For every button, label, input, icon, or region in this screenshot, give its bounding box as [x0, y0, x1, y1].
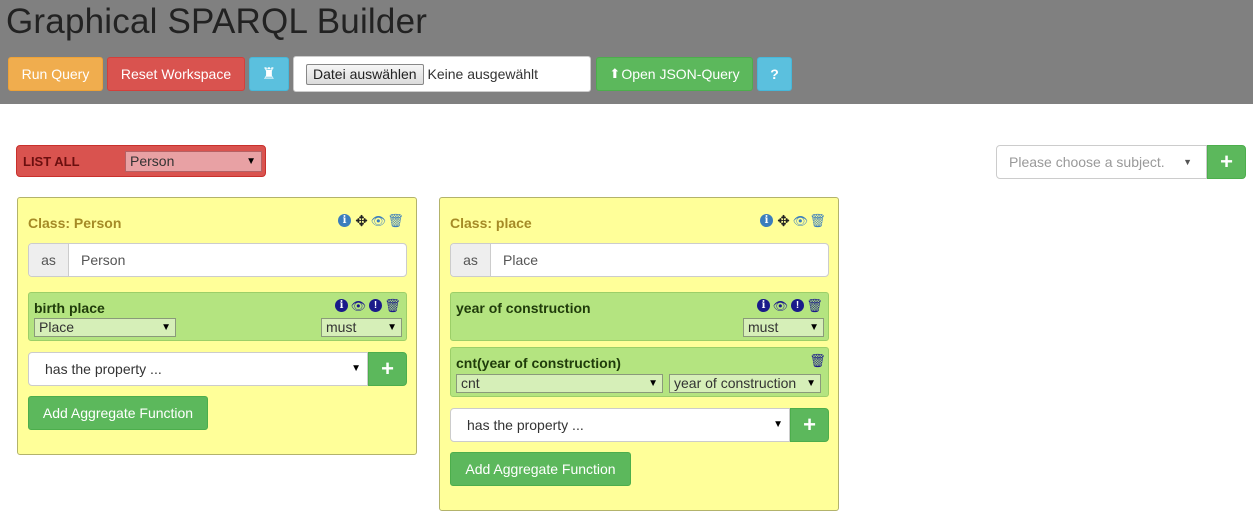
property-mode-value: must — [326, 319, 357, 335]
aggregate-function-select[interactable]: cnt ▼ — [456, 374, 663, 393]
trash-icon[interactable]: 🗑 — [809, 213, 826, 228]
aggregate-field-select[interactable]: year of construction ▼ — [669, 374, 821, 393]
chevron-down-icon: ▼ — [1183, 157, 1192, 167]
list-all-label: LIST ALL — [23, 154, 80, 169]
alias-addon: as — [29, 244, 69, 276]
add-property-button[interactable]: + — [790, 408, 829, 442]
plus-icon: + — [803, 412, 816, 437]
add-property-button[interactable]: + — [368, 352, 407, 386]
aggregate-function-value: cnt — [461, 375, 480, 391]
property-target-select[interactable]: Place ▼ — [34, 318, 176, 337]
aggregate-title: cnt(year of construction) — [456, 355, 621, 371]
open-json-query-button[interactable]: ⬆ Open JSON-Query — [596, 57, 753, 91]
property-title: year of construction — [456, 300, 591, 316]
run-query-button[interactable]: Run Query — [8, 57, 103, 91]
alias-addon: as — [451, 244, 491, 276]
chevron-down-icon: ▼ — [246, 156, 256, 167]
exclamation-icon[interactable]: ! — [791, 299, 804, 312]
class-title: Class: place — [450, 215, 532, 231]
file-input[interactable]: Datei auswählen Keine ausgewählt — [293, 56, 591, 92]
property-box: birth place i 👁 ! 🗑 Place ▼ must ▼ — [28, 292, 407, 341]
eye-icon[interactable]: 👁 — [793, 214, 808, 228]
app-title: Graphical SPARQL Builder — [6, 2, 428, 41]
alias-input-group: as Person — [28, 243, 407, 277]
info-icon[interactable]: i — [335, 299, 348, 312]
class-actions: i ✥ 👁 🗑 — [760, 213, 826, 230]
class-card-person: Class: Person i ✥ 👁 🗑 as Person birth pl… — [17, 197, 417, 455]
chevron-down-icon: ▼ — [387, 322, 397, 333]
property-title: birth place — [34, 300, 105, 316]
chevron-down-icon: ▼ — [648, 378, 658, 389]
subject-select[interactable]: Please choose a subject. ▼ — [996, 145, 1207, 179]
add-aggregate-function-button[interactable]: Add Aggregate Function — [28, 396, 208, 430]
property-actions: i 👁 ! 🗑 — [335, 298, 401, 313]
has-property-placeholder: has the property ... — [45, 361, 162, 377]
chevron-down-icon: ▼ — [161, 322, 171, 333]
upload-icon: ⬆ — [609, 66, 621, 81]
trash-icon[interactable]: 🗑 — [384, 298, 401, 313]
class-title: Class: Person — [28, 215, 122, 231]
chevron-down-icon: ▼ — [773, 419, 783, 430]
info-icon[interactable]: i — [760, 214, 773, 227]
property-mode-value: must — [748, 319, 779, 335]
plus-icon: + — [1220, 149, 1233, 174]
info-icon[interactable]: i — [338, 214, 351, 227]
aggregate-field-value: year of construction — [674, 375, 797, 391]
property-box: year of construction i 👁 ! 🗑 must ▼ — [450, 292, 829, 341]
info-icon[interactable]: i — [757, 299, 770, 312]
eye-icon[interactable]: 👁 — [371, 214, 386, 228]
choose-file-button[interactable]: Datei auswählen — [306, 63, 424, 85]
rook-button[interactable]: ♜ — [249, 57, 289, 91]
trash-icon[interactable]: 🗑 — [387, 213, 404, 228]
trash-icon[interactable]: 🗑 — [806, 298, 823, 313]
property-target-value: Place — [39, 319, 75, 335]
reset-workspace-button[interactable]: Reset Workspace — [107, 57, 245, 91]
aggregate-actions: 🗑 — [809, 353, 826, 368]
chevron-down-icon: ▼ — [806, 378, 816, 389]
aggregate-box: cnt(year of construction) 🗑 cnt ▼ year o… — [450, 347, 829, 397]
file-status-text: Keine ausgewählt — [427, 66, 539, 82]
has-property-select[interactable]: has the property ... ▼ — [28, 352, 368, 386]
property-mode-select[interactable]: must ▼ — [743, 318, 824, 337]
property-actions: i 👁 ! 🗑 — [757, 298, 823, 313]
trash-icon[interactable]: 🗑 — [809, 353, 826, 368]
alias-input-group: as Place — [450, 243, 829, 277]
chevron-down-icon: ▼ — [351, 363, 361, 374]
subject-placeholder: Please choose a subject. — [1009, 154, 1165, 170]
eye-icon[interactable]: 👁 — [773, 299, 788, 313]
has-property-select[interactable]: has the property ... ▼ — [450, 408, 790, 442]
chevron-down-icon: ▼ — [809, 322, 819, 333]
alias-input[interactable]: Person — [69, 244, 125, 276]
list-all-bar: LIST ALL Person ▼ — [16, 145, 266, 177]
plus-icon: + — [381, 356, 394, 381]
class-card-place: Class: place i ✥ 👁 🗑 as Place year of co… — [439, 197, 839, 511]
alias-input[interactable]: Place — [491, 244, 538, 276]
add-aggregate-function-button[interactable]: Add Aggregate Function — [450, 452, 631, 486]
toolbar-header: Graphical SPARQL Builder Run Query Reset… — [0, 0, 1253, 104]
move-icon[interactable]: ✥ — [355, 213, 368, 230]
class-actions: i ✥ 👁 🗑 — [338, 213, 404, 230]
exclamation-icon[interactable]: ! — [369, 299, 382, 312]
open-json-query-label: Open JSON-Query — [621, 66, 740, 82]
rook-icon: ♜ — [261, 66, 277, 83]
list-all-selected-value: Person — [130, 153, 175, 169]
has-property-placeholder: has the property ... — [467, 417, 584, 433]
add-subject-button[interactable]: + — [1207, 145, 1246, 179]
list-all-select[interactable]: Person ▼ — [125, 151, 262, 172]
property-mode-select[interactable]: must ▼ — [321, 318, 402, 337]
eye-icon[interactable]: 👁 — [351, 299, 366, 313]
help-button[interactable]: ? — [757, 57, 792, 91]
move-icon[interactable]: ✥ — [777, 213, 790, 230]
